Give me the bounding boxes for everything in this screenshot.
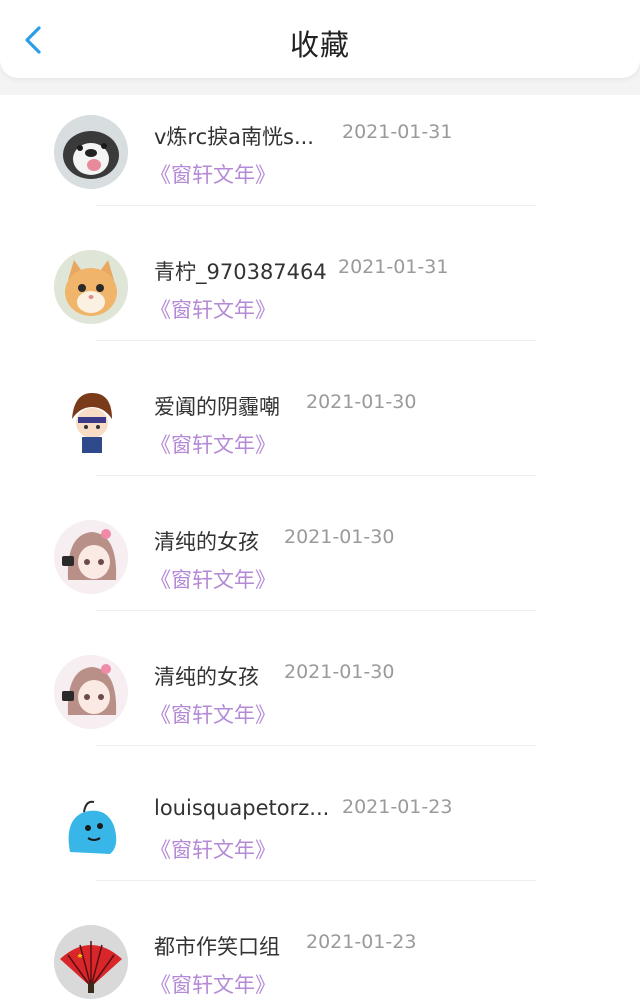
book-title-link[interactable]: 《窗轩文年》 [150, 834, 276, 864]
anime-girl-icon [54, 655, 128, 729]
avatar[interactable] [54, 790, 128, 864]
divider [96, 610, 536, 611]
divider [96, 475, 536, 476]
page-title: 收藏 [289, 28, 350, 62]
book-title-link[interactable]: 《窗轩文年》 [150, 159, 276, 189]
favorite-date: 2021-01-23 [342, 796, 453, 818]
book-title-link[interactable]: 《窗轩文年》 [150, 969, 276, 999]
user-name: louisquapetorz... [154, 796, 330, 820]
favorite-date: 2021-01-30 [284, 661, 395, 683]
avatar[interactable] [54, 520, 128, 594]
divider [96, 205, 536, 206]
user-name: 清纯的女孩 [154, 530, 259, 554]
favorite-date: 2021-01-30 [284, 526, 395, 548]
divider [96, 745, 536, 746]
list-item[interactable]: 清纯的女孩 2021-01-30 《窗轩文年》 [0, 510, 640, 645]
anime-girl-icon [54, 520, 128, 594]
favorite-date: 2021-01-23 [306, 931, 417, 953]
user-name: 清纯的女孩 [154, 665, 259, 689]
anime-boy-icon [54, 385, 128, 459]
list-item[interactable]: 青柠_970387464 2021-01-31 《窗轩文年》 [0, 240, 640, 375]
user-name: 都市作笑口组 [154, 935, 280, 959]
red-fan-icon [54, 925, 128, 999]
favorite-date: 2021-01-31 [342, 121, 453, 143]
favorite-date: 2021-01-31 [338, 256, 449, 278]
list-item[interactable]: louisquapetorz... 2021-01-23 《窗轩文年》 [0, 780, 640, 915]
user-name: 青柠_970387464 [154, 260, 327, 284]
book-title-link[interactable]: 《窗轩文年》 [150, 564, 276, 594]
list-item[interactable]: 爱阗的阴霾嘲 2021-01-30 《窗轩文年》 [0, 375, 640, 510]
top-bar: 收藏 [0, 0, 640, 78]
avatar[interactable] [54, 385, 128, 459]
husky-dog-icon [54, 115, 128, 189]
divider [96, 880, 536, 881]
user-name: v炼rc捩a南恍s... [154, 125, 314, 149]
avatar[interactable] [54, 115, 128, 189]
favorites-list: v炼rc捩a南恍s... 2021-01-31 《窗轩文年》 青柠_970387… [0, 95, 640, 1006]
avatar[interactable] [54, 925, 128, 999]
list-item[interactable]: 清纯的女孩 2021-01-30 《窗轩文年》 [0, 645, 640, 780]
orange-cat-icon [54, 250, 128, 324]
divider [96, 340, 536, 341]
list-item[interactable]: 都市作笑口组 2021-01-23 《窗轩文年》 [0, 915, 640, 1006]
book-title-link[interactable]: 《窗轩文年》 [150, 294, 276, 324]
avatar[interactable] [54, 655, 128, 729]
list-item[interactable]: v炼rc捩a南恍s... 2021-01-31 《窗轩文年》 [0, 105, 640, 240]
book-title-link[interactable]: 《窗轩文年》 [150, 699, 276, 729]
blue-cartoon-icon [54, 790, 128, 864]
user-name: 爱阗的阴霾嘲 [154, 395, 280, 419]
avatar[interactable] [54, 250, 128, 324]
book-title-link[interactable]: 《窗轩文年》 [150, 429, 276, 459]
favorite-date: 2021-01-30 [306, 391, 417, 413]
